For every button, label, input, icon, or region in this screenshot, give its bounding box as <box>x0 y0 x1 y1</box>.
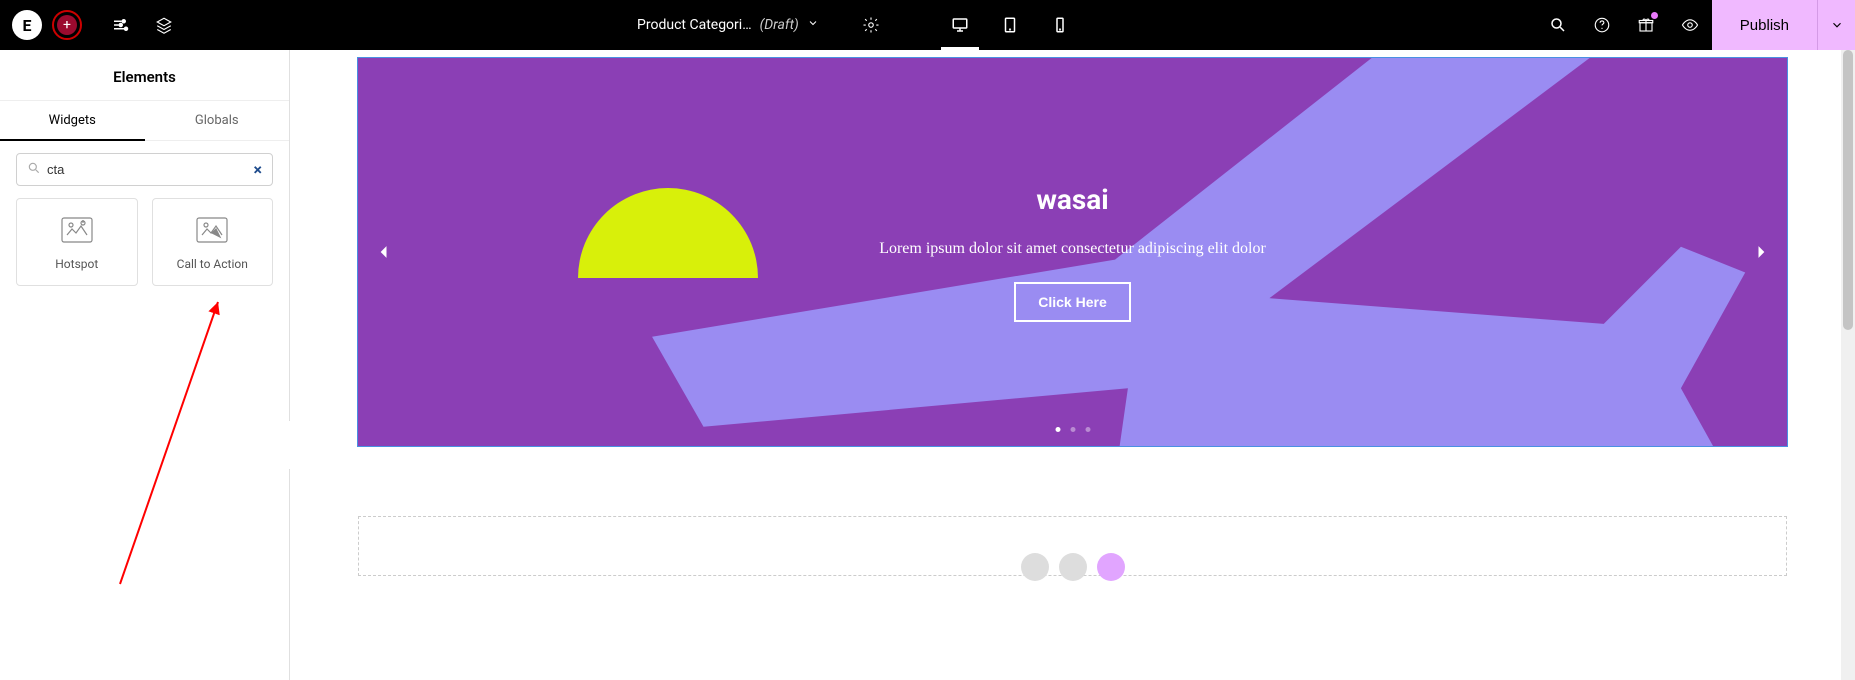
finder-button[interactable] <box>1536 0 1580 50</box>
responsive-device-tabs <box>935 0 1085 50</box>
slider-dot-1[interactable] <box>1055 427 1060 432</box>
drop-dot[interactable] <box>1021 553 1049 581</box>
main-layout: Elements Widgets Globals × Hotspot Call … <box>0 50 1855 680</box>
help-button[interactable] <box>1580 0 1624 50</box>
search-icon <box>1549 16 1567 34</box>
search-input[interactable] <box>47 162 248 177</box>
scrollbar-thumb[interactable] <box>1843 50 1853 330</box>
canvas-inner: wasai Lorem ipsum dolor sit amet consect… <box>290 50 1855 616</box>
publish-button[interactable]: Publish <box>1712 0 1817 50</box>
panel-title: Elements <box>0 50 289 101</box>
search-box: × <box>16 153 273 186</box>
layers-icon <box>155 16 173 34</box>
device-mobile-tab[interactable] <box>1035 0 1085 50</box>
topbar-left: E + <box>0 0 186 50</box>
document-title-wrap[interactable]: Product Categori… (Draft) <box>637 17 819 33</box>
panel-tabs: Widgets Globals <box>0 101 289 141</box>
slider-prev-button[interactable] <box>368 236 400 268</box>
tab-globals[interactable]: Globals <box>145 101 290 140</box>
search-clear-button[interactable]: × <box>254 160 263 179</box>
search-wrap: × <box>0 141 289 198</box>
slider-dot-2[interactable] <box>1070 427 1075 432</box>
drop-dot[interactable] <box>1059 553 1087 581</box>
vertical-scrollbar[interactable] <box>1841 50 1855 680</box>
hero-subtitle: Lorem ipsum dolor sit amet consectetur a… <box>879 240 1266 258</box>
widget-hotspot[interactable]: Hotspot <box>16 198 138 286</box>
editor-canvas[interactable]: wasai Lorem ipsum dolor sit amet consect… <box>290 50 1855 680</box>
elements-panel: Elements Widgets Globals × Hotspot Call … <box>0 50 290 680</box>
widget-label: Call to Action <box>177 257 248 271</box>
slider-pagination <box>1055 427 1090 432</box>
whats-new-button[interactable] <box>1624 0 1668 50</box>
chevron-left-icon <box>374 242 394 262</box>
elementor-logo[interactable]: E <box>12 10 42 40</box>
add-section-controls <box>1021 553 1125 581</box>
topbar-center: Product Categori… (Draft) <box>186 0 1536 50</box>
tab-widgets[interactable]: Widgets <box>0 101 145 140</box>
hero-content: wasai Lorem ipsum dolor sit amet consect… <box>358 58 1787 446</box>
hero-cta-button[interactable]: Click Here <box>1014 282 1130 322</box>
device-desktop-tab[interactable] <box>935 0 985 50</box>
topbar-right: Publish <box>1536 0 1855 50</box>
structure-button[interactable] <box>142 0 186 50</box>
document-title: Product Categori… <box>637 17 752 33</box>
topbar: E + Product Categori… (Draft) <box>0 0 1855 50</box>
chevron-down-icon <box>1830 18 1844 32</box>
widget-call-to-action[interactable]: Call to Action <box>152 198 274 286</box>
slider-dot-3[interactable] <box>1085 427 1090 432</box>
hero-slider-section[interactable]: wasai Lorem ipsum dolor sit amet consect… <box>358 58 1787 446</box>
device-tablet-tab[interactable] <box>985 0 1035 50</box>
chevron-down-icon <box>807 17 819 33</box>
add-element-button[interactable]: + <box>57 15 77 35</box>
hotspot-icon <box>61 217 93 243</box>
site-settings-button[interactable] <box>98 0 142 50</box>
help-icon <box>1593 16 1611 34</box>
notification-dot <box>1651 12 1658 19</box>
sliders-icon <box>111 16 129 34</box>
widgets-grid: Hotspot Call to Action <box>0 198 289 302</box>
preview-button[interactable] <box>1668 0 1712 50</box>
add-element-highlight-ring: + <box>52 10 82 40</box>
desktop-icon <box>951 16 969 34</box>
mobile-icon <box>1051 16 1069 34</box>
empty-section-dropzone[interactable] <box>358 516 1787 576</box>
widget-label: Hotspot <box>55 257 98 271</box>
gear-icon <box>862 16 880 34</box>
hero-title: wasai <box>1036 183 1108 216</box>
slider-next-button[interactable] <box>1745 236 1777 268</box>
annotation-arrow <box>100 296 240 586</box>
cta-icon <box>196 217 228 243</box>
page-settings-button[interactable] <box>849 0 893 50</box>
tablet-icon <box>1001 16 1019 34</box>
drop-dot[interactable] <box>1097 553 1125 581</box>
publish-options-button[interactable] <box>1817 0 1855 50</box>
chevron-right-icon <box>1751 242 1771 262</box>
eye-icon <box>1681 16 1699 34</box>
search-icon <box>27 160 41 179</box>
document-status: (Draft) <box>760 17 799 33</box>
